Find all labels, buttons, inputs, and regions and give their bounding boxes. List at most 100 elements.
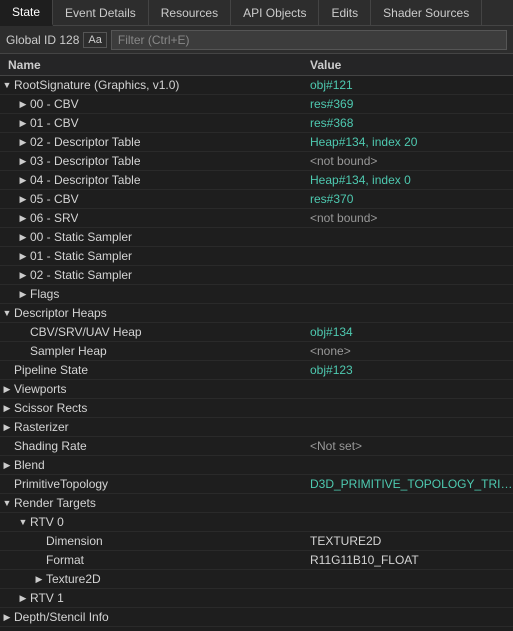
table-row[interactable]: ▶Scissor Rects (0, 399, 513, 418)
row-name-label: Scissor Rects (14, 401, 87, 415)
table-row[interactable]: ▶02 - Descriptor Table Heap#134, index 20 (0, 133, 513, 152)
tab-bar: State Event Details Resources API Object… (0, 0, 513, 26)
table-row[interactable]: ▶05 - CBVres#370 (0, 190, 513, 209)
expander-icon[interactable]: ▼ (16, 517, 30, 527)
row-name-label: RTV 0 (30, 515, 64, 529)
row-name-label: Pipeline State (14, 363, 88, 377)
table-row[interactable]: ▼Descriptor Heaps (0, 304, 513, 323)
table-row[interactable]: ▶01 - Static Sampler (0, 247, 513, 266)
expander-icon[interactable]: ▼ (0, 498, 14, 508)
row-value-label: obj#123 (310, 363, 513, 377)
table-row[interactable]: ▶00 - Static Sampler (0, 228, 513, 247)
row-value-label: obj#134 (310, 325, 513, 339)
filter-input[interactable] (111, 30, 507, 50)
table-row[interactable]: ▶01 - CBV res#368 (0, 114, 513, 133)
row-value-label: <not bound> (310, 154, 513, 168)
row-name-label: RTV 1 (30, 591, 64, 605)
table-row[interactable]: PrimitiveTopology D3D_PRIMITIVE_TOPOLOGY_… (0, 475, 513, 494)
table-row[interactable]: Dimension TEXTURE2D (0, 532, 513, 551)
table-row[interactable]: Shading Rate<Not set> (0, 437, 513, 456)
expander-icon[interactable]: ▶ (16, 137, 30, 148)
row-value-label: Heap#134, index 20 (310, 135, 513, 149)
row-name-label: 01 - CBV (30, 116, 79, 130)
expander-icon[interactable]: ▶ (16, 289, 30, 300)
expander-icon[interactable]: ▶ (16, 232, 30, 243)
table-row[interactable]: FormatR11G11B10_FLOAT (0, 551, 513, 570)
expander-icon[interactable]: ▶ (16, 99, 30, 110)
table-row[interactable]: ▶00 - CBV res#369 (0, 95, 513, 114)
expander-icon[interactable]: ▶ (0, 422, 14, 433)
row-value-label: <not bound> (310, 211, 513, 225)
expander-icon[interactable]: ▶ (16, 175, 30, 186)
row-name-label: Rasterizer (14, 420, 69, 434)
row-name-label: 00 - Static Sampler (30, 230, 132, 244)
expander-icon[interactable]: ▶ (0, 612, 14, 623)
row-value-label: res#368 (310, 116, 513, 130)
table-row[interactable]: ▶02 - Static Sampler (0, 266, 513, 285)
table-row[interactable]: ▶Rasterizer (0, 418, 513, 437)
row-name-label: PrimitiveTopology (14, 477, 108, 491)
row-name-label: RootSignature (Graphics, v1.0) (14, 78, 179, 92)
row-value-label: res#369 (310, 97, 513, 111)
expander-icon[interactable]: ▶ (16, 251, 30, 262)
row-name-label: 00 - CBV (30, 97, 79, 111)
row-value-label: TEXTURE2D (310, 534, 513, 548)
tab-api-objects[interactable]: API Objects (231, 0, 319, 25)
row-name-label: Sampler Heap (30, 344, 107, 358)
table-row[interactable]: ▼Render Targets (0, 494, 513, 513)
row-value-label: Heap#134, index 0 (310, 173, 513, 187)
table-row[interactable]: ▶Viewports (0, 380, 513, 399)
row-name-label: Flags (30, 287, 59, 301)
table-row[interactable]: Sampler Heap <none> (0, 342, 513, 361)
expander-icon[interactable]: ▼ (0, 80, 14, 90)
row-value-label: <Not set> (310, 439, 513, 453)
expander-icon[interactable]: ▶ (0, 403, 14, 414)
table-row[interactable]: ▶03 - Descriptor Table<not bound> (0, 152, 513, 171)
row-name-label: 06 - SRV (30, 211, 78, 225)
tab-shader-sources[interactable]: Shader Sources (371, 0, 482, 25)
table-row[interactable]: ▶Flags (0, 285, 513, 304)
table-row[interactable]: ▶RTV 1 (0, 589, 513, 608)
expander-icon[interactable]: ▶ (16, 118, 30, 129)
table-row[interactable]: ▼RTV 0 (0, 513, 513, 532)
table-row[interactable]: ▼RootSignature (Graphics, v1.0) obj#121 (0, 76, 513, 95)
expander-icon[interactable]: ▶ (16, 270, 30, 281)
row-name-label: Viewports (14, 382, 66, 396)
global-id-label: Global ID 128 (6, 33, 79, 47)
expander-icon[interactable]: ▶ (16, 156, 30, 167)
table-row[interactable]: ▶Texture2D (0, 570, 513, 589)
aa-button[interactable]: Aa (83, 32, 106, 48)
row-name-label: CBV/SRV/UAV Heap (30, 325, 142, 339)
tab-edits[interactable]: Edits (319, 0, 371, 25)
row-name-label: Dimension (46, 534, 103, 548)
tab-state[interactable]: State (0, 0, 53, 26)
tab-resources[interactable]: Resources (149, 0, 231, 25)
table-row[interactable]: ▶Blend (0, 456, 513, 475)
table-row[interactable]: CBV/SRV/UAV Heap obj#134 (0, 323, 513, 342)
table-row[interactable]: ▶Depth/Stencil Info (0, 608, 513, 627)
row-name-label: 04 - Descriptor Table (30, 173, 141, 187)
expander-icon[interactable]: ▶ (32, 574, 46, 585)
row-value-label: D3D_PRIMITIVE_TOPOLOGY_TRI… (310, 477, 513, 491)
expander-icon[interactable]: ▶ (16, 213, 30, 224)
expander-icon[interactable]: ▶ (16, 194, 30, 205)
row-name-label: Descriptor Heaps (14, 306, 107, 320)
expander-icon[interactable]: ▶ (16, 593, 30, 604)
row-name-label: 01 - Static Sampler (30, 249, 132, 263)
row-value-label: obj#121 (310, 78, 513, 92)
row-name-label: 02 - Static Sampler (30, 268, 132, 282)
row-name-label: Render Targets (14, 496, 96, 510)
row-name-label: 05 - CBV (30, 192, 79, 206)
expander-icon[interactable]: ▶ (0, 460, 14, 471)
table-row[interactable]: ▶06 - SRV <not bound> (0, 209, 513, 228)
toolbar: Global ID 128 Aa (0, 26, 513, 54)
table-row[interactable]: Pipeline State obj#123 (0, 361, 513, 380)
expander-icon[interactable]: ▶ (0, 384, 14, 395)
row-value-label: <none> (310, 344, 513, 358)
tab-event-details[interactable]: Event Details (53, 0, 149, 25)
row-name-label: Blend (14, 458, 45, 472)
expander-icon[interactable]: ▼ (0, 308, 14, 318)
tree-content[interactable]: ▼RootSignature (Graphics, v1.0)obj#121▶0… (0, 76, 513, 631)
row-name-label: 02 - Descriptor Table (30, 135, 141, 149)
table-row[interactable]: ▶04 - Descriptor Table Heap#134, index 0 (0, 171, 513, 190)
